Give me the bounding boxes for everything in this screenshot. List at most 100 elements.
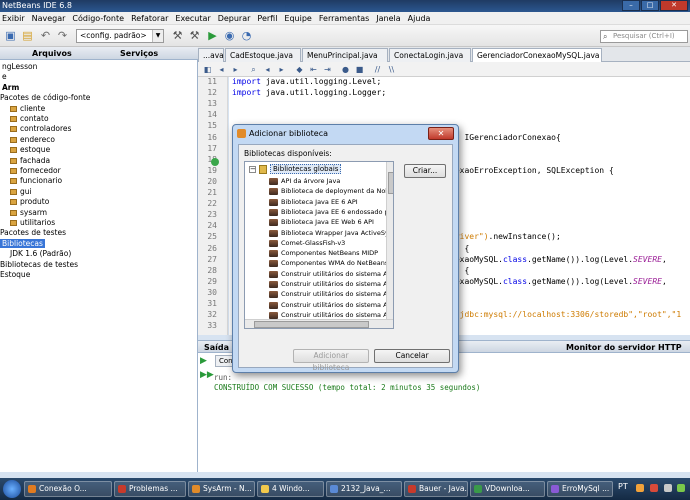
tree-item[interactable]: Pacotes de testes bbox=[0, 228, 66, 238]
tree-item[interactable]: contato bbox=[10, 114, 49, 124]
clean-build-icon[interactable]: ⚒ bbox=[187, 28, 202, 43]
tree-item[interactable]: ngLesson bbox=[2, 62, 37, 72]
library-item[interactable]: Biblioteca de deployment da Nokia bbox=[269, 187, 393, 196]
menu-exibir[interactable]: Exibir bbox=[2, 14, 25, 23]
tree-item[interactable]: JDK 1.6 (Padrão) bbox=[10, 249, 71, 259]
close-window-button[interactable]: ✕ bbox=[660, 0, 688, 11]
debug-icon[interactable]: ◉ bbox=[222, 28, 237, 43]
menu-codigo-fonte[interactable]: Código-fonte bbox=[72, 14, 124, 23]
tree-item[interactable]: funcionario bbox=[10, 176, 62, 186]
tab-servicos[interactable]: Serviços bbox=[120, 47, 158, 60]
taskbar-button[interactable]: SysArm - N... bbox=[188, 481, 255, 497]
tree-item[interactable]: cliente bbox=[10, 104, 45, 114]
tree-item[interactable]: endereco bbox=[10, 135, 55, 145]
tree-item[interactable]: fachada bbox=[10, 156, 50, 166]
tab-gerenciadorconexao[interactable]: GerenciadorConexaoMySQL.java bbox=[472, 48, 602, 62]
library-item[interactable]: Construir utilitários do sistema Ant bbox=[269, 270, 393, 278]
tab-prev-file[interactable]: ...ava bbox=[198, 48, 224, 62]
undo-icon[interactable]: ↶ bbox=[38, 28, 53, 43]
tree-item[interactable]: e bbox=[2, 72, 7, 82]
taskbar-button[interactable]: Conexão O... bbox=[24, 481, 112, 497]
scrollbar-thumb[interactable] bbox=[388, 172, 393, 194]
uncomment-icon[interactable]: \\ bbox=[386, 64, 397, 75]
tray-icon[interactable] bbox=[677, 484, 685, 492]
menu-equipe[interactable]: Equipe bbox=[284, 14, 311, 23]
library-root-global[interactable]: Bibliotecas globais bbox=[270, 164, 342, 174]
tab-arquivos[interactable]: Arquivos bbox=[32, 47, 72, 60]
library-item[interactable]: Biblioteca Java EE 6 endossado pa bbox=[269, 208, 393, 216]
library-item[interactable]: Biblioteca Java EE 6 API bbox=[269, 198, 358, 206]
start-button[interactable] bbox=[3, 480, 21, 498]
tab-menuprincipal[interactable]: MenuPrincipal.java bbox=[302, 48, 388, 62]
tree-item[interactable]: Arm bbox=[2, 83, 19, 93]
comment-icon[interactable]: // bbox=[372, 64, 383, 75]
tree-item[interactable]: Estoque bbox=[0, 270, 30, 280]
forward-icon[interactable]: ▸ bbox=[230, 64, 241, 75]
hammer-icon[interactable]: ⚒ bbox=[170, 28, 185, 43]
tray-icon[interactable] bbox=[650, 484, 658, 492]
library-item[interactable]: Construir utilitários do sistema Ant bbox=[269, 301, 393, 309]
start-macro-icon[interactable]: ● bbox=[340, 64, 351, 75]
tree-item[interactable]: Pacotes de código-fonte bbox=[0, 93, 90, 103]
rerun-fast-icon[interactable]: ▶▶ bbox=[200, 370, 214, 380]
search-input[interactable]: ⌕ Pesquisar (Ctrl+I) bbox=[600, 30, 688, 43]
dialog-close-button[interactable]: ✕ bbox=[428, 127, 454, 140]
taskbar-button[interactable]: VDownloa... bbox=[470, 481, 545, 497]
menu-refatorar[interactable]: Refatorar bbox=[131, 14, 168, 23]
history-icon[interactable]: ◧ bbox=[202, 64, 213, 75]
rerun-icon[interactable]: ▶ bbox=[200, 356, 207, 366]
profile-icon[interactable]: ◔ bbox=[239, 28, 254, 43]
tree-item[interactable]: estoque bbox=[10, 145, 50, 155]
override-marker-icon[interactable] bbox=[211, 158, 219, 166]
taskbar-button[interactable]: Problemas ... bbox=[114, 481, 186, 497]
tree-item[interactable]: utilitarios bbox=[10, 218, 55, 228]
find-next-icon[interactable]: ▸ bbox=[276, 64, 287, 75]
shift-left-icon[interactable]: ⇤ bbox=[308, 64, 319, 75]
menu-perfil[interactable]: Perfil bbox=[257, 14, 277, 23]
library-item[interactable]: Construir utilitários do sistema Ant bbox=[269, 280, 393, 288]
menu-janela[interactable]: Janela bbox=[376, 14, 400, 23]
vertical-scrollbar[interactable] bbox=[386, 162, 393, 319]
config-select[interactable]: <config. padrão> ▼ bbox=[76, 29, 164, 43]
add-library-button[interactable]: Adicionar biblioteca bbox=[293, 349, 369, 372]
tree-item[interactable]: Bibliotecas bbox=[0, 238, 45, 249]
taskbar-button[interactable]: ErroMySql ... bbox=[547, 481, 613, 497]
tree-item[interactable]: controladores bbox=[10, 124, 71, 134]
stop-macro-icon[interactable]: ■ bbox=[354, 64, 365, 75]
new-project-icon[interactable]: ▣ bbox=[3, 28, 18, 43]
create-library-button[interactable]: Criar... bbox=[404, 164, 446, 178]
menu-depurar[interactable]: Depurar bbox=[218, 14, 251, 23]
language-indicator[interactable]: PT bbox=[618, 482, 628, 491]
find-prev-icon[interactable]: ◂ bbox=[262, 64, 273, 75]
toggle-bookmark-icon[interactable]: ◆ bbox=[294, 64, 305, 75]
taskbar-button[interactable]: Bauer - Java... bbox=[404, 481, 468, 497]
tray-icon[interactable] bbox=[664, 484, 672, 492]
library-item[interactable]: Biblioteca Wrapper Java ActiveSyr bbox=[269, 229, 391, 237]
scrollbar-thumb[interactable] bbox=[254, 321, 369, 328]
library-item[interactable]: Componentes WMA do NetBeans M bbox=[269, 259, 393, 268]
horizontal-scrollbar[interactable] bbox=[245, 319, 393, 328]
taskbar-button[interactable]: 2132_Java_... bbox=[326, 481, 402, 497]
tree-item[interactable]: Bibliotecas de testes bbox=[0, 260, 78, 270]
library-item[interactable]: Construir utilitários do sistema Ant bbox=[269, 311, 393, 319]
tray-icon[interactable] bbox=[636, 484, 644, 492]
library-item[interactable]: Comet-GlassFish-v3 bbox=[269, 239, 345, 247]
collapse-icon[interactable]: − bbox=[249, 166, 256, 173]
cancel-button[interactable]: Cancelar bbox=[374, 349, 450, 363]
tab-cadestoque[interactable]: CadEstoque.java bbox=[225, 48, 301, 62]
run-icon[interactable]: ▶ bbox=[205, 28, 220, 43]
menu-ferramentas[interactable]: Ferramentas bbox=[319, 14, 369, 23]
open-project-icon[interactable]: ▤ bbox=[20, 28, 35, 43]
library-item[interactable]: API da árvore Java bbox=[269, 177, 340, 185]
find-icon[interactable]: ⌕ bbox=[248, 64, 259, 75]
minimize-button[interactable]: – bbox=[622, 0, 640, 11]
tree-item[interactable]: gui bbox=[10, 187, 32, 197]
redo-icon[interactable]: ↷ bbox=[55, 28, 70, 43]
library-item[interactable]: Componentes NetBeans MIDP bbox=[269, 249, 378, 258]
maximize-button[interactable]: □ bbox=[641, 0, 659, 11]
library-list[interactable]: − Bibliotecas globais API da árvore Java… bbox=[244, 161, 394, 329]
shift-right-icon[interactable]: ⇥ bbox=[322, 64, 333, 75]
menu-executar[interactable]: Executar bbox=[175, 14, 210, 23]
menu-navegar[interactable]: Navegar bbox=[32, 14, 66, 23]
tree-item[interactable]: sysarm bbox=[10, 208, 47, 218]
